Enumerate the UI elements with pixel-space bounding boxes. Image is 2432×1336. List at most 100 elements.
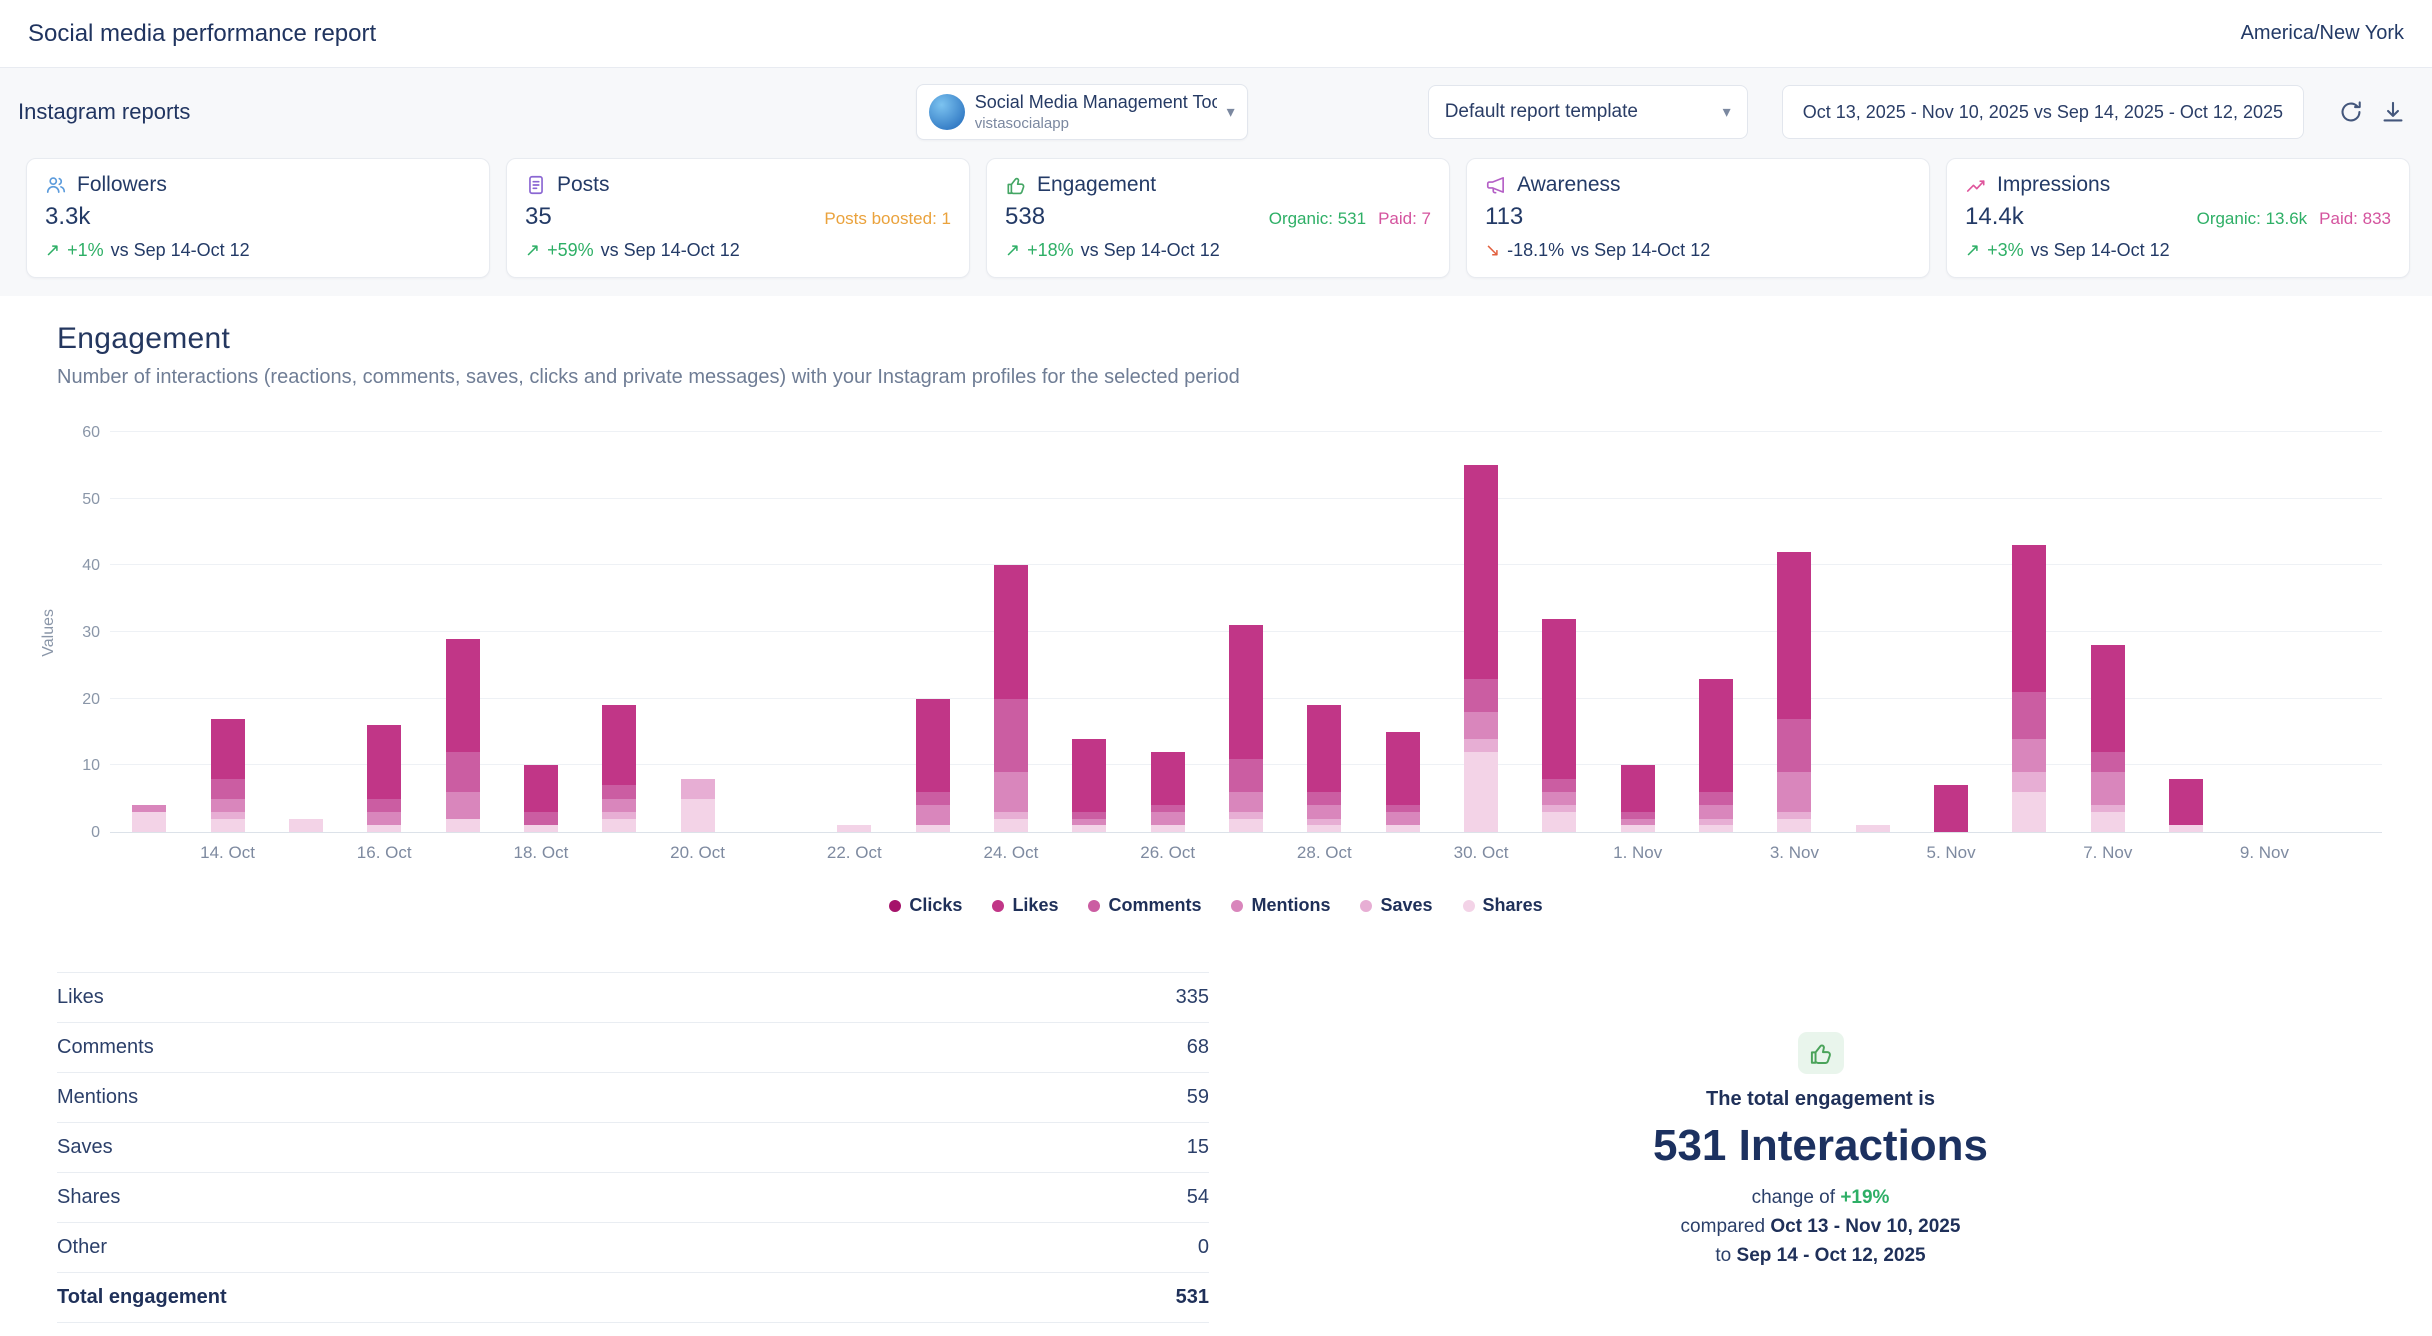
legend-item-saves[interactable]: Saves [1360,895,1432,916]
trend-up-icon: ↗ [1965,240,1980,261]
bar-slot [815,433,893,832]
x-tick-label: 1. Nov [1599,843,1677,867]
bar-segment-shares [916,825,950,832]
bar-segment-mentions [1464,712,1498,739]
compared-range: Oct 13 - Nov 10, 2025 [1770,1216,1960,1237]
bar-segment-saves [1699,819,1733,826]
refresh-icon[interactable] [2334,95,2368,129]
change-prefix: change of [1752,1187,1841,1208]
bar-slot [267,433,345,832]
card-delta: +1% [67,240,104,261]
bar-segment-likes [367,725,401,798]
x-tick-label: 14. Oct [188,843,266,867]
report-template-select[interactable]: Default report template ▾ [1428,85,1748,139]
stacked-bar [524,765,558,832]
bar-slot [1990,433,2068,832]
bar-segment-comments [994,699,1028,772]
bar-segment-mentions [2091,772,2125,805]
table-row-total: Total engagement531 [57,1273,1209,1323]
bar-segment-likes [524,765,558,812]
legend-dot [1088,900,1100,912]
stacked-bar [1307,705,1341,832]
bar-segment-mentions [994,772,1028,812]
profile-handle: vistasocialapp [975,115,1217,132]
table-row: Other0 [57,1223,1209,1273]
bar-segment-comments [211,779,245,799]
y-tick-label: 20 [82,691,100,709]
stacked-bar [1621,765,1655,832]
bar-segment-likes [1542,619,1576,779]
legend-label: Likes [1012,895,1058,916]
bar-segment-likes [1699,679,1733,792]
bar-slot [972,433,1050,832]
table-row: Shares54 [57,1173,1209,1223]
date-range-picker[interactable]: Oct 13, 2025 - Nov 10, 2025 vs Sep 14, 2… [1782,85,2304,139]
card-label: Awareness [1517,173,1621,197]
bar-segment-shares [2091,812,2125,832]
stacked-bar [994,565,1028,832]
legend-item-shares[interactable]: Shares [1463,895,1543,916]
bar-segment-likes [2169,779,2203,826]
y-tick-label: 10 [82,757,100,775]
download-icon[interactable] [2376,95,2410,129]
card-followers: Followers 3.3k ↗ +1% vs Sep 14-Oct 12 [26,158,490,278]
legend-item-comments[interactable]: Comments [1088,895,1201,916]
x-tick-label: 24. Oct [972,843,1050,867]
bar-slot [2225,433,2303,832]
profile-text: Social Media Management Too... vistasoci… [975,92,1217,132]
bar-slot [2304,433,2382,832]
bar-segment-likes [1386,732,1420,805]
trend-up-icon: ↗ [45,240,60,261]
timezone-label: America/New York [2241,22,2404,45]
bar-segment-shares [367,825,401,832]
x-tick-label [580,843,658,867]
card-value: 3.3k [45,203,90,231]
card-vs: vs Sep 14-Oct 12 [2031,240,2170,261]
bar-segment-mentions [916,805,950,825]
legend-dot [1360,900,1372,912]
bar-slot [658,433,736,832]
bar-segment-comments [524,812,558,825]
bar-segment-comments [2012,692,2046,739]
x-tick-label: 9. Nov [2225,843,2303,867]
metric-value: 54 [1187,1186,1209,1209]
bar-slot [1520,433,1598,832]
section-title-instagram-reports: Instagram reports [18,99,190,125]
date-range-value: Oct 13, 2025 - Nov 10, 2025 vs Sep 14, 2… [1803,102,2283,123]
bar-segment-comments [367,799,401,812]
stacked-bar [1856,825,1890,832]
table-row: Likes335 [57,973,1209,1023]
table-row: Mentions59 [57,1073,1209,1123]
compared-line: compared Oct 13 - Nov 10, 2025 [1681,1216,1961,1238]
x-tick-label: 20. Oct [658,843,736,867]
bar-segment-saves [211,812,245,819]
thumbs-up-icon [1005,174,1027,196]
bar-segment-mentions [602,799,636,812]
report-template-value: Default report template [1445,101,1638,123]
chart-bars [110,433,2382,832]
x-tick-label: 30. Oct [1442,843,1520,867]
card-vs: vs Sep 14-Oct 12 [601,240,740,261]
legend-item-clicks[interactable]: Clicks [889,895,962,916]
stacked-bar [1072,739,1106,832]
bar-segment-likes [1229,625,1263,758]
bar-segment-likes [1307,705,1341,792]
legend-label: Mentions [1251,895,1330,916]
legend-item-likes[interactable]: Likes [992,895,1058,916]
card-awareness: Awareness 113 ↘ -18.1% vs Sep 14-Oct 12 [1466,158,1930,278]
bar-segment-comments [2091,752,2125,772]
engagement-section-subtitle: Number of interactions (reactions, comme… [57,366,2432,389]
chart-xlabels: 14. Oct16. Oct18. Oct20. Oct22. Oct24. O… [0,843,2432,867]
bar-segment-saves [2012,772,2046,792]
legend-item-mentions[interactable]: Mentions [1231,895,1330,916]
posts-boosted-badge: Posts boosted: 1 [824,209,951,229]
stacked-bar [1386,732,1420,832]
card-delta: +59% [547,240,594,261]
paid-badge: Paid: 833 [2319,209,2391,229]
table-row: Comments68 [57,1023,1209,1073]
bar-segment-mentions [1542,792,1576,805]
bar-segment-saves [1229,812,1263,819]
profile-selector[interactable]: Social Media Management Too... vistasoci… [916,84,1248,140]
bar-segment-shares [1621,825,1655,832]
bar-segment-shares [2012,792,2046,832]
